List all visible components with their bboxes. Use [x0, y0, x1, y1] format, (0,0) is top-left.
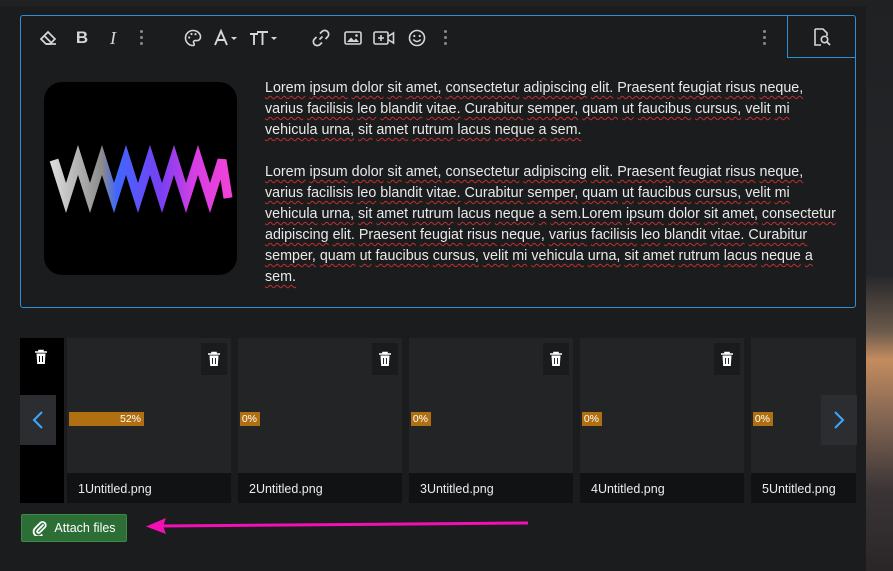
top-strip — [0, 0, 866, 6]
palette-icon[interactable] — [183, 26, 203, 50]
eraser-icon[interactable] — [39, 26, 59, 50]
attachment-filename: 2Untitled.png — [238, 473, 402, 503]
upload-progress-label: 0% — [583, 413, 599, 425]
image-icon[interactable] — [343, 26, 363, 50]
attach-files-button[interactable]: Attach files — [21, 514, 127, 542]
attach-files-label: Attach files — [54, 521, 116, 535]
more-vertical-icon[interactable] — [762, 30, 768, 48]
paragraph-1: Lorem ipsum dolor sit amet, consectetur … — [265, 80, 804, 138]
upload-progress-label: 0% — [241, 413, 257, 425]
more-vertical-icon[interactable] — [443, 30, 449, 48]
trash-icon[interactable] — [543, 343, 569, 375]
upload-progress-label: 0% — [412, 413, 428, 425]
preview-button[interactable] — [787, 16, 855, 58]
preview-icon — [813, 27, 831, 46]
background-edge — [866, 0, 893, 571]
trash-icon[interactable] — [33, 347, 49, 367]
upload-progress-label: 0% — [754, 413, 770, 425]
attachment-thumbnail[interactable]: 52% 1Untitled.png — [67, 338, 231, 503]
trash-icon[interactable] — [201, 343, 227, 375]
bold-icon[interactable]: B — [73, 26, 91, 50]
italic-icon[interactable]: I — [105, 26, 121, 50]
emoji-icon[interactable] — [407, 26, 427, 50]
rich-text-editor[interactable]: B I Lorem ipsum dolor sit amet, consecte… — [20, 15, 856, 308]
upload-progress-label: 52% — [119, 413, 141, 425]
paragraph-2: Lorem ipsum dolor sit amet, consectetur … — [265, 164, 836, 285]
attachment-filename: 4Untitled.png — [580, 473, 744, 503]
more-vertical-icon[interactable] — [139, 30, 145, 48]
attachment-filename: 5Untitled.png — [751, 473, 856, 503]
embedded-logo-image[interactable] — [44, 82, 237, 275]
chevron-right-icon — [834, 411, 845, 429]
font-color-icon[interactable] — [213, 26, 241, 50]
attachment-carousel: 52% 1Untitled.png 0% 2Untitled.png 0% 3Untitl… — [20, 338, 856, 503]
trash-icon[interactable] — [372, 343, 398, 375]
editor-content[interactable]: Lorem ipsum dolor sit amet, consectetur … — [265, 78, 843, 309]
paperclip-icon — [33, 521, 47, 536]
carousel-prev-button[interactable] — [20, 395, 56, 445]
attachment-filename: 1Untitled.png — [67, 473, 231, 503]
attachment-thumbnail[interactable]: 0% 2Untitled.png — [238, 338, 402, 503]
attachment-thumbnail[interactable]: 0% 4Untitled.png — [580, 338, 744, 503]
text-size-icon[interactable] — [249, 26, 281, 50]
annotation-arrow — [146, 518, 529, 534]
attachment-thumbnail[interactable]: 0% 3Untitled.png — [409, 338, 573, 503]
link-icon[interactable] — [311, 26, 331, 50]
video-icon[interactable] — [373, 26, 395, 50]
attachment-filename: 3Untitled.png — [409, 473, 573, 503]
trash-icon[interactable] — [714, 343, 740, 375]
chevron-left-icon — [32, 411, 43, 429]
editor-toolbar: B I — [21, 16, 855, 60]
carousel-next-button[interactable] — [821, 395, 857, 445]
